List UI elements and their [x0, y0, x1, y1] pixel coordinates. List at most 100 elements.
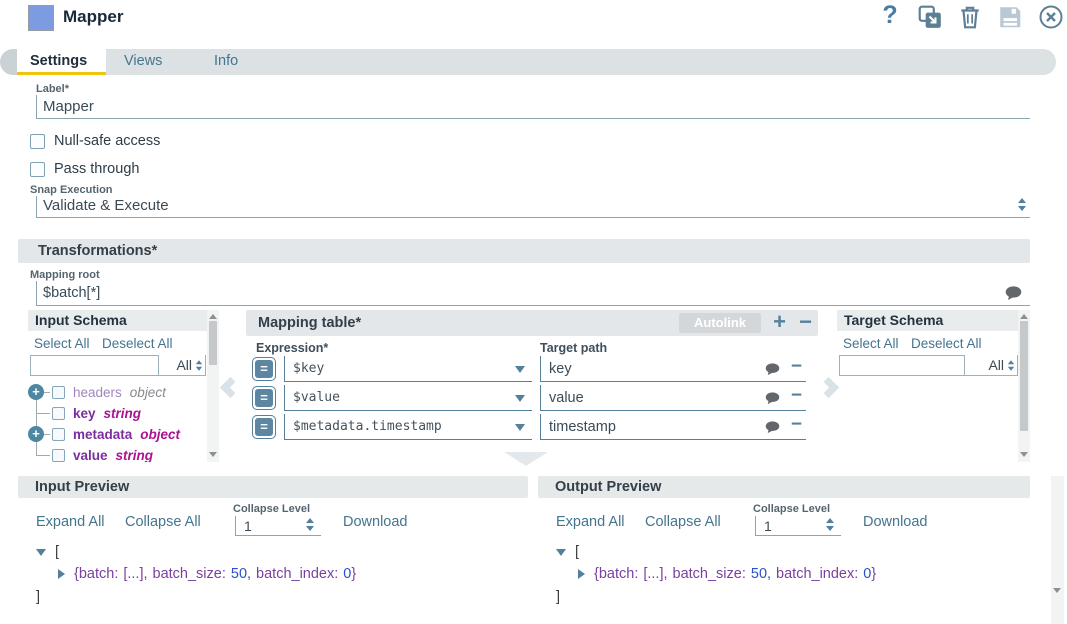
comment-bubble-icon[interactable] [765, 421, 780, 439]
expression-dropdown-icon[interactable] [515, 395, 525, 402]
json-token: [...], [123, 566, 147, 582]
target-schema-filter-input[interactable] [839, 355, 965, 376]
remove-row-button[interactable]: − [799, 310, 812, 334]
input-schema-filter-scope[interactable]: All [159, 355, 206, 376]
tabbar-left-cap [0, 49, 17, 75]
json-root-close: ] [36, 589, 40, 605]
input-download[interactable]: Download [343, 514, 408, 530]
collapse-left-panel-chevron[interactable] [220, 377, 241, 398]
scroll-down-icon[interactable] [1053, 588, 1061, 593]
autolink-button[interactable]: Autolink [679, 313, 761, 333]
json-root-open: [ [575, 544, 579, 560]
label-field-input[interactable] [36, 95, 1030, 119]
tab-info[interactable]: Info [188, 49, 266, 75]
tab-settings[interactable]: Settings [17, 49, 106, 75]
page-title: Mapper [63, 7, 123, 27]
json-collapse-icon[interactable] [36, 549, 46, 556]
tree-checkbox-metadata[interactable] [52, 428, 65, 441]
pass-through-checkbox[interactable] [30, 162, 45, 177]
input-schema-scope-spinner[interactable] [196, 360, 202, 370]
json-token: 0 [863, 566, 871, 582]
target-schema-scope-spinner[interactable] [1008, 360, 1014, 370]
output-collapse-level-spinner[interactable] [826, 518, 834, 531]
json-token: 50, [231, 566, 251, 582]
scroll-down-icon[interactable] [209, 452, 217, 457]
target-path-field: − [540, 356, 806, 382]
tree-checkbox-headers[interactable] [52, 386, 65, 399]
input-expand-all[interactable]: Expand All [36, 514, 105, 530]
comment-bubble-icon[interactable] [765, 363, 780, 381]
target-schema-panel: Target Schema Select All Deselect All Al… [837, 310, 1030, 462]
json-expand-icon[interactable] [578, 569, 585, 579]
target-schema-deselect-all[interactable]: Deselect All [911, 336, 982, 351]
mapping-root-label: Mapping root [30, 269, 100, 281]
tree-row-metadata: + metadata object [28, 424, 207, 445]
input-collapse-all[interactable]: Collapse All [125, 514, 201, 530]
scroll-up-icon[interactable] [209, 314, 217, 319]
target-schema-filter-scope[interactable]: All [965, 355, 1018, 376]
save-icon[interactable] [997, 4, 1023, 30]
expression-input[interactable] [285, 356, 532, 381]
delete-mapping-row-button[interactable]: − [791, 414, 802, 436]
target-schema-scrollbar[interactable] [1018, 310, 1030, 462]
expression-toggle-button[interactable]: = [252, 386, 276, 410]
expand-node-icon[interactable]: + [28, 384, 44, 400]
expression-dropdown-icon[interactable] [515, 424, 525, 431]
input-schema-filter-input[interactable] [30, 355, 159, 376]
transformations-section-header: Transformations* [18, 239, 1030, 263]
target-schema-select-all[interactable]: Select All [843, 336, 899, 351]
expression-input[interactable] [285, 385, 532, 410]
target-path-field: − [540, 385, 806, 411]
scrollbar-thumb[interactable] [1020, 321, 1028, 431]
scroll-up-icon[interactable] [1020, 314, 1028, 319]
json-token: {batch: [74, 566, 118, 582]
target-schema-title: Target Schema [837, 310, 1018, 331]
json-root-open: [ [55, 544, 59, 560]
expression-field [284, 385, 532, 411]
json-expand-icon[interactable] [58, 569, 65, 579]
output-download[interactable]: Download [863, 514, 928, 530]
help-icon[interactable]: ? [880, 1, 900, 30]
dialog-scrollbar[interactable] [1051, 476, 1064, 624]
scroll-down-icon[interactable] [1020, 452, 1028, 457]
collapse-right-panel-chevron[interactable] [818, 377, 839, 398]
expression-input[interactable] [285, 414, 532, 439]
pass-through-row: Pass through [30, 161, 139, 177]
mapping-table-title: Mapping table* [258, 310, 361, 336]
tree-checkbox-value[interactable] [52, 449, 65, 462]
expand-table-handle[interactable] [504, 452, 548, 466]
expand-node-icon[interactable]: + [28, 426, 44, 442]
target-path-column-header: Target path [540, 341, 607, 355]
json-collapse-icon[interactable] [556, 549, 566, 556]
delete-mapping-row-button[interactable]: − [791, 356, 802, 378]
input-schema-deselect-all[interactable]: Deselect All [102, 336, 173, 351]
null-safe-access-checkbox[interactable] [30, 134, 45, 149]
input-collapse-level-spinner[interactable] [306, 518, 314, 531]
output-expand-all[interactable]: Expand All [556, 514, 625, 530]
input-schema-select-all[interactable]: Select All [34, 336, 90, 351]
open-on-canvas-icon[interactable] [917, 4, 943, 30]
comment-bubble-icon[interactable] [1005, 286, 1022, 306]
expression-column-header: Expression* [256, 341, 328, 355]
mapping-root-input[interactable] [37, 281, 997, 305]
tree-checkbox-key[interactable] [52, 407, 65, 420]
snap-execution-select[interactable]: Validate & Execute [36, 196, 1030, 218]
snap-icon [28, 5, 54, 31]
expression-dropdown-icon[interactable] [515, 366, 525, 373]
snap-execution-spinner[interactable] [1018, 198, 1026, 211]
input-collapse-level-label: Collapse Level [233, 503, 310, 515]
delete-icon[interactable] [957, 4, 983, 30]
expression-toggle-button[interactable]: = [252, 415, 276, 439]
add-row-button[interactable]: + [773, 310, 786, 334]
output-collapse-all[interactable]: Collapse All [645, 514, 721, 530]
comment-bubble-icon[interactable] [765, 392, 780, 410]
close-icon[interactable] [1038, 4, 1064, 30]
delete-mapping-row-button[interactable]: − [791, 385, 802, 407]
scrollbar-thumb[interactable] [209, 321, 217, 365]
tab-views[interactable]: Views [106, 49, 188, 75]
mapping-row: = − [246, 385, 818, 412]
input-schema-scrollbar[interactable] [207, 310, 219, 462]
expression-toggle-button[interactable]: = [252, 357, 276, 381]
json-token: batch_size: [673, 566, 746, 582]
input-schema-title: Input Schema [28, 310, 207, 331]
